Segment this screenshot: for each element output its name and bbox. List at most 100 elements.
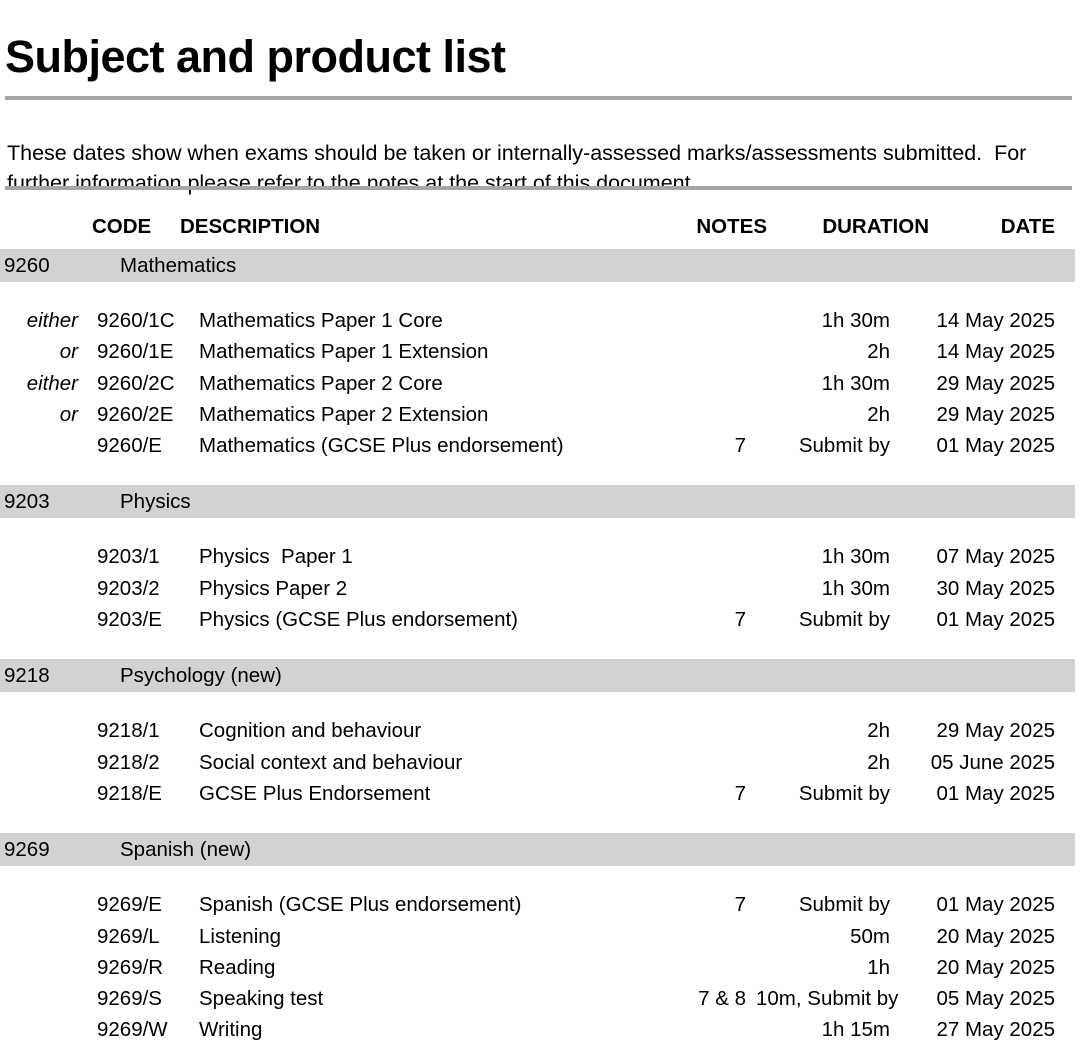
- subject-product-table: CODE DESCRIPTION NOTES DURATION DATE 926…: [0, 205, 1080, 1046]
- row-description: Spanish (GCSE Plus endorsement): [199, 893, 522, 917]
- row-description: Speaking test: [199, 987, 324, 1011]
- table-row: either 9260/1C Mathematics Paper 1 Core 1h …: [0, 305, 1080, 336]
- row-description: Physics Paper 1: [199, 545, 353, 569]
- table-header-row: CODE DESCRIPTION NOTES DURATION DATE: [0, 205, 1080, 249]
- row-duration: 1h 15m: [821, 1018, 890, 1042]
- column-header-description: DESCRIPTION: [180, 215, 321, 238]
- row-description: GCSE Plus Endorsement: [199, 781, 431, 805]
- row-description: Listening: [199, 924, 282, 948]
- table-body: 9260 Mathematics either 9260/1C Mathematics …: [0, 249, 1080, 1046]
- table-row: 9218/1 Cognition and behaviour 2h 29 May 20…: [0, 715, 1080, 746]
- row-duration: 1h 30m: [821, 309, 890, 332]
- row-notes: 7: [734, 434, 746, 458]
- subject-name: Physics: [120, 490, 191, 514]
- row-code: 9260/E: [97, 434, 162, 458]
- table-row: 9203/2 Physics Paper 2 1h 30m 30 May 2025: [0, 573, 1080, 604]
- row-description: Cognition and behaviour: [199, 719, 422, 743]
- row-date: 05 June 2025: [930, 750, 1055, 774]
- row-notes: 7: [734, 608, 746, 632]
- table-row: 9203/1 Physics Paper 1 1h 30m 07 May 2025: [0, 541, 1080, 572]
- divider-top: [5, 96, 1072, 100]
- subject-code: 9269: [4, 838, 50, 862]
- row-date: 01 May 2025: [936, 781, 1055, 805]
- table-row: 9269/R Reading 1h 20 May 2025: [0, 952, 1080, 983]
- row-duration: Submit by: [798, 434, 890, 458]
- row-code: 9203/E: [97, 608, 162, 632]
- row-notes: 7: [734, 781, 746, 805]
- row-duration: Submit by: [798, 781, 890, 805]
- row-description: Mathematics Paper 1 Core: [199, 309, 443, 332]
- row-notes: 7 & 8: [698, 987, 746, 1011]
- divider-bottom: [5, 186, 1072, 190]
- row-duration: 10m, Submit by: [756, 987, 899, 1011]
- row-code: 9218/E: [97, 781, 162, 805]
- row-eitheror-label: or: [59, 402, 78, 426]
- row-eitheror-label: either: [26, 371, 78, 395]
- table-row: 9218/E GCSE Plus Endorsement 7 Submit by 01 …: [0, 778, 1080, 809]
- table-row: 9269/S Speaking test 7 & 8 10m, Submit by 05…: [0, 983, 1080, 1014]
- row-description: Mathematics Paper 2 Core: [199, 371, 443, 395]
- row-date: 14 May 2025: [936, 340, 1055, 364]
- row-duration: 1h 30m: [821, 371, 890, 395]
- row-code: 9269/R: [97, 955, 164, 979]
- row-description: Physics (GCSE Plus endorsement): [199, 608, 519, 632]
- row-duration: 2h: [867, 340, 890, 364]
- row-code: 9203/1: [97, 545, 160, 569]
- table-row: 9269/W Writing 1h 15m 27 May 2025: [0, 1014, 1080, 1045]
- row-description: Mathematics Paper 1 Extension: [199, 340, 489, 364]
- row-description: Reading: [199, 955, 276, 979]
- row-date: 29 May 2025: [936, 402, 1055, 426]
- row-date: 20 May 2025: [936, 955, 1055, 979]
- subject-band: 9218 Psychology (new): [0, 659, 1075, 693]
- subject-band: 9260 Mathematics: [0, 249, 1075, 282]
- row-code: 9260/1C: [97, 309, 175, 332]
- row-duration: Submit by: [798, 608, 890, 632]
- subject-name: Psychology (new): [120, 664, 282, 688]
- row-duration: 2h: [867, 402, 890, 426]
- subject-band: 9269 Spanish (new): [0, 833, 1075, 867]
- column-header-notes: NOTES: [696, 215, 767, 238]
- column-header-date: DATE: [1000, 215, 1055, 238]
- row-code: 9203/2: [97, 576, 160, 600]
- subject-name: Mathematics: [120, 254, 237, 277]
- row-description: Mathematics (GCSE Plus endorsement): [199, 434, 564, 458]
- row-code: 9269/S: [97, 987, 162, 1011]
- row-duration: 1h 30m: [821, 545, 890, 569]
- row-date: 27 May 2025: [936, 1018, 1055, 1042]
- row-date: 01 May 2025: [936, 608, 1055, 632]
- subject-code: 9218: [4, 664, 50, 688]
- row-code: 9269/L: [97, 924, 160, 948]
- row-description: Writing: [199, 1018, 263, 1042]
- row-description: Mathematics Paper 2 Extension: [199, 402, 489, 426]
- page-title: Subject and product list: [5, 31, 506, 83]
- row-date: 14 May 2025: [936, 309, 1055, 332]
- row-notes: 7: [734, 893, 746, 917]
- row-duration: 50m: [850, 924, 890, 948]
- table-row: 9218/2 Social context and behaviour 2h 05 J…: [0, 747, 1080, 778]
- column-header-code: CODE: [92, 215, 152, 238]
- row-code: 9260/2C: [97, 371, 175, 395]
- subject-name: Spanish (new): [120, 838, 252, 862]
- row-date: 29 May 2025: [936, 719, 1055, 743]
- table-row: 9269/L Listening 50m 20 May 2025: [0, 921, 1080, 952]
- table-row: or 9260/2E Mathematics Paper 2 Extension 2h…: [0, 399, 1080, 430]
- document-page: Subject and product list These dates sho…: [0, 0, 1080, 1060]
- row-date: 01 May 2025: [936, 434, 1055, 458]
- subject-code: 9203: [4, 490, 50, 514]
- row-duration: 1h 30m: [821, 576, 890, 600]
- table-row: or 9260/1E Mathematics Paper 1 Extension 2h…: [0, 336, 1080, 367]
- row-code: 9260/2E: [97, 402, 174, 426]
- table-row: 9260/E Mathematics (GCSE Plus endorsement…: [0, 430, 1080, 461]
- row-code: 9218/1: [97, 719, 160, 743]
- table-row: 9203/E Physics (GCSE Plus endorsement) 7 Su…: [0, 604, 1080, 635]
- row-duration: 2h: [867, 750, 890, 774]
- row-description: Physics Paper 2: [199, 576, 348, 600]
- row-duration: Submit by: [798, 893, 890, 917]
- row-date: 07 May 2025: [936, 545, 1055, 569]
- row-duration: 1h: [867, 955, 890, 979]
- table-row: either 9260/2C Mathematics Paper 2 Core 1h …: [0, 368, 1080, 399]
